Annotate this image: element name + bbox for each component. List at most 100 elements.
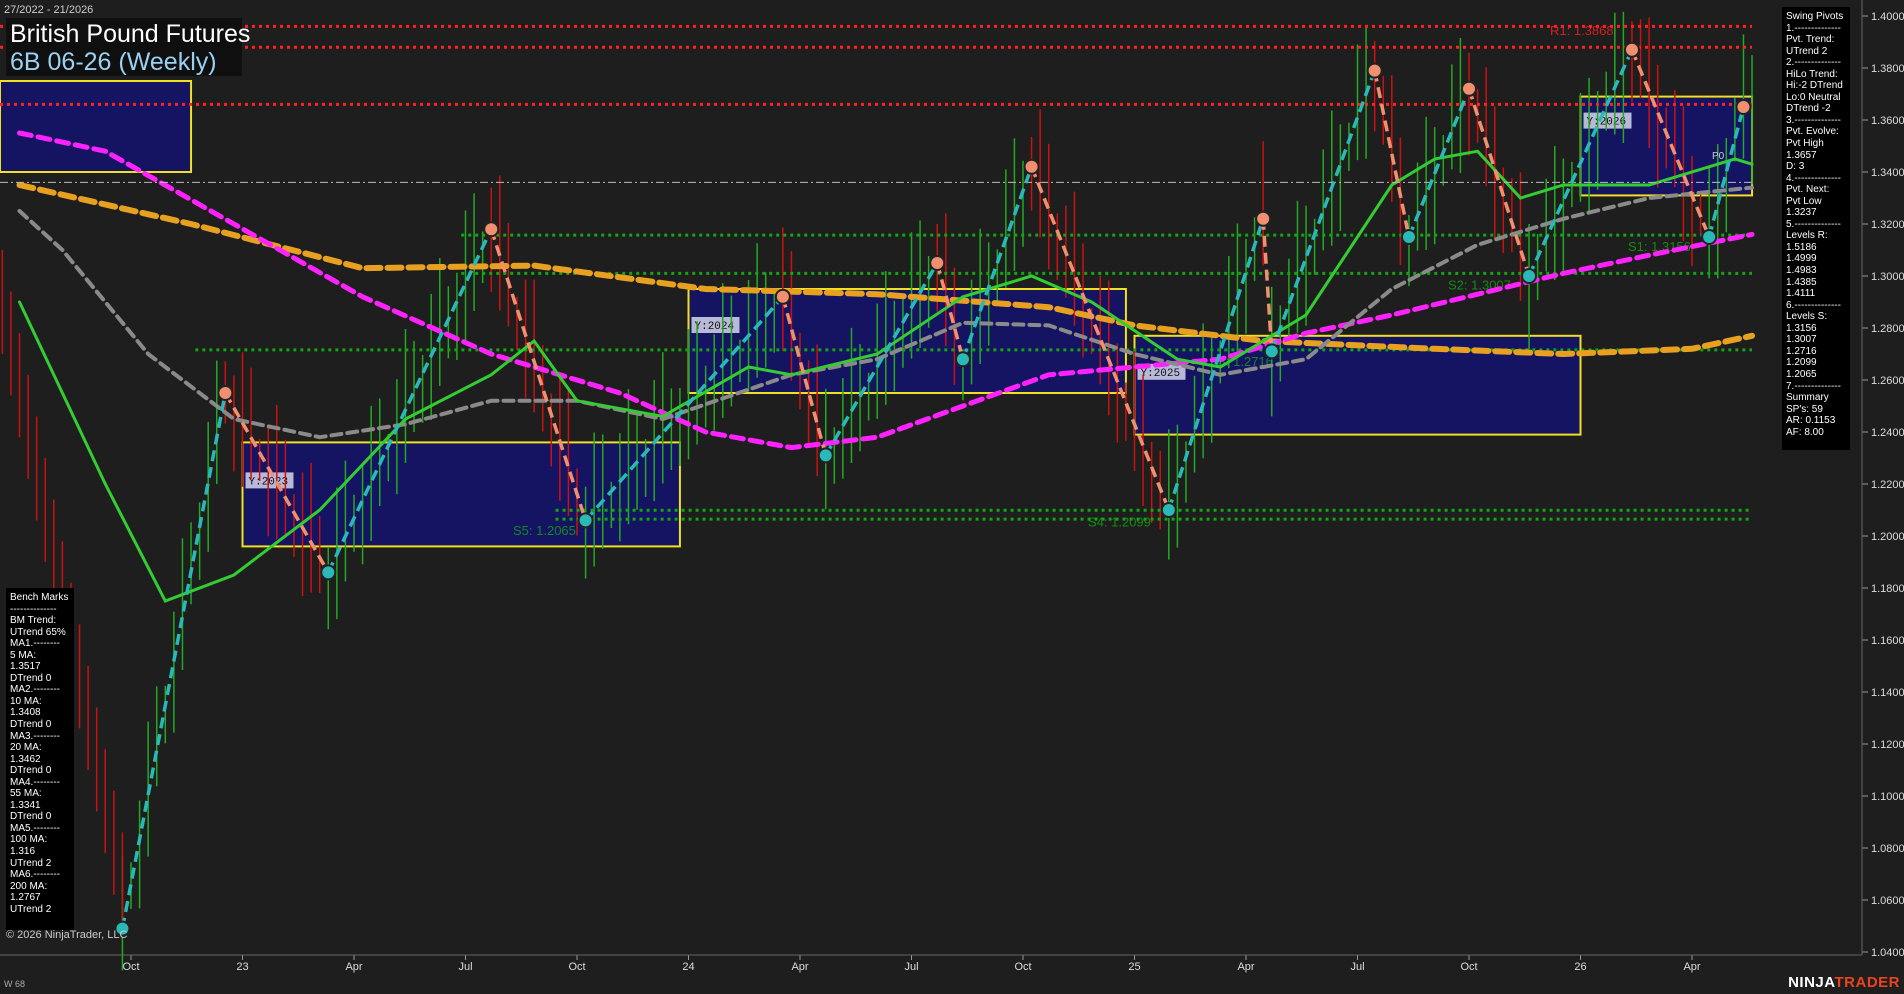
level-label: R1: 1.3868 — [1550, 23, 1614, 38]
swing-panel-line: 1.5186 — [1786, 241, 1817, 253]
time-axis-label: Apr — [345, 961, 362, 973]
price-axis-label: 1.3400 — [1871, 167, 1904, 179]
swing-panel-line: Levels S: — [1786, 311, 1828, 323]
swing-pivots-panel: Swing Pivots 1.-------------- Pvt. Trend: U… — [1782, 7, 1850, 450]
price-axis-label: 1.1800 — [1871, 583, 1904, 595]
price-axis-label: 1.0600 — [1871, 895, 1904, 907]
price-axis-label: 1.2600 — [1871, 375, 1904, 387]
time-axis: Oct 23 Apr Jul Oct 24 Apr Jul Oct 25 Apr Jul Oct 26 Ap… — [0, 954, 1862, 973]
bench-panel-line: UTrend 2 — [10, 857, 52, 869]
bench-panel-line: 1.3341 — [10, 799, 41, 811]
bench-panel-line: 1.316 — [10, 846, 36, 858]
time-axis-label: Jul — [458, 961, 472, 973]
logo-part-trader: TRADER — [1834, 974, 1900, 991]
swing-panel-line: DTrend -2 — [1786, 103, 1831, 115]
bench-panel-line: MA6.-------- — [10, 869, 60, 881]
swing-panel-line: Swing Pivots — [1786, 11, 1844, 22]
swing-high-marker — [929, 255, 946, 271]
price-axis-label: 1.1400 — [1871, 687, 1904, 699]
time-axis-label: Oct — [1014, 961, 1031, 973]
price-axis-label: 1.3000 — [1871, 271, 1904, 283]
ninjatrader-logo: NINJATRADER — [1788, 974, 1900, 991]
bench-panel-line: Bench Marks — [10, 592, 69, 603]
time-axis-label: 24 — [682, 961, 694, 973]
swing-panel-line: AF: 8.00 — [1786, 426, 1824, 438]
bench-panel-line: MA3.-------- — [10, 730, 60, 742]
level-label: S4: 1.2099 — [1088, 514, 1151, 529]
bench-marks-panel: Bench Marks -------------- BM Trend: UTrend… — [6, 588, 74, 930]
bench-panel-line: 1.3408 — [10, 707, 41, 719]
price-axis-label: 1.3800 — [1871, 63, 1904, 75]
swing-panel-line: HiLo Trend: — [1786, 68, 1838, 80]
swing-panel-line: 1.-------------- — [1786, 22, 1841, 34]
bench-panel-line: 1.3517 — [10, 661, 41, 673]
swing-panel-line: 7.-------------- — [1786, 380, 1841, 392]
year-range-box — [687, 288, 1127, 394]
bench-panel-line: 10 MA: — [10, 695, 42, 707]
swing-panel-line: 1.4385 — [1786, 276, 1817, 288]
swing-panel-line: 2.-------------- — [1786, 57, 1841, 69]
bench-panel-line: DTrend 0 — [10, 672, 52, 684]
price-axis: 1.0400 1.0600 1.0800 1.1000 1.1200 1.1400 1.16… — [1861, 0, 1904, 959]
price-chart[interactable]: 1.0400 1.0600 1.0800 1.1000 1.1200 1.1400 1.16… — [0, 0, 1904, 994]
swing-low-marker — [577, 512, 594, 529]
price-axis-label: 1.3200 — [1871, 219, 1904, 231]
price-axis-label: 1.0800 — [1871, 843, 1904, 855]
swing-panel-line: 1.4111 — [1786, 288, 1816, 300]
year-label: Y:2024 — [695, 321, 735, 333]
time-axis-label: Oct — [1460, 961, 1477, 973]
swing-panel-line: 4.-------------- — [1786, 172, 1841, 184]
bench-panel-line: BM Trend: — [10, 615, 57, 627]
swing-panel-line: Lo:0 Neutral — [1786, 91, 1841, 103]
bench-panel-line: UTrend 65% — [10, 626, 66, 638]
swing-low-marker — [1521, 268, 1538, 284]
bench-panel-line: 200 MA: — [10, 880, 48, 892]
price-axis-label: 1.1200 — [1871, 739, 1904, 751]
year-label: Y:2025 — [1141, 368, 1181, 380]
swing-panel-line: 1.3007 — [1786, 334, 1817, 346]
bench-panel-line: MA5.-------- — [10, 822, 60, 834]
price-axis-label: 1.2000 — [1871, 531, 1904, 543]
swing-low-marker — [1400, 229, 1417, 245]
price-axis-label: 1.4000 — [1871, 11, 1904, 23]
price-axis-label: 1.2800 — [1871, 323, 1904, 335]
bench-panel-line: -------------- — [10, 603, 57, 615]
bench-panel-line: 1.2767 — [10, 892, 41, 904]
swing-high-marker — [1023, 158, 1040, 175]
price-axis-label: 1.0400 — [1871, 947, 1904, 959]
time-axis-label: Oct — [122, 961, 139, 973]
swing-panel-line: Pvt Low — [1786, 195, 1822, 207]
swing-panel-line: Levels R: — [1786, 230, 1828, 242]
swing-panel-line: Hi:-2 DTrend — [1786, 80, 1843, 92]
time-axis-label: Jul — [1350, 961, 1364, 973]
swing-panel-line: 6.-------------- — [1786, 299, 1841, 311]
chart-title: British Pound Futures — [10, 20, 251, 48]
time-axis-label: Apr — [791, 961, 808, 973]
swing-low-marker — [954, 351, 971, 368]
date-range: 27/2022 - 21/2026 — [4, 4, 94, 16]
bench-panel-line: MA2.-------- — [10, 684, 60, 696]
swing-high-marker — [1735, 99, 1752, 115]
swing-panel-line: SP's: 59 — [1786, 403, 1823, 415]
swing-panel-line: 1.4999 — [1786, 253, 1817, 265]
swing-panel-line: 3.-------------- — [1786, 114, 1841, 126]
swing-panel-line: Pvt. Next: — [1786, 184, 1830, 196]
swing-panel-line: Summary — [1786, 392, 1829, 404]
pivot-label: P0 — [1712, 151, 1725, 162]
price-axis-label: 1.1600 — [1871, 635, 1904, 647]
bench-panel-line: DTrend 0 — [10, 811, 52, 823]
bench-panel-line: 55 MA: — [10, 788, 42, 800]
swing-panel-line: 1.3657 — [1786, 149, 1817, 161]
time-axis-label: Apr — [1237, 961, 1254, 973]
time-axis-label: Oct — [568, 961, 585, 973]
time-axis-label: 25 — [1128, 961, 1140, 973]
level-label: S5: 1.2065 — [513, 523, 576, 538]
swing-high-marker — [1255, 210, 1272, 227]
bench-panel-line: UTrend 2 — [10, 903, 52, 915]
swing-high-marker — [1366, 62, 1383, 79]
bench-panel-line: 5 MA: — [10, 649, 37, 661]
swing-low-marker — [320, 564, 337, 581]
swing-panel-line: Pvt High — [1786, 138, 1824, 150]
swing-panel-line: 1.2099 — [1786, 357, 1817, 369]
bench-panel-line: DTrend 0 — [10, 719, 52, 731]
